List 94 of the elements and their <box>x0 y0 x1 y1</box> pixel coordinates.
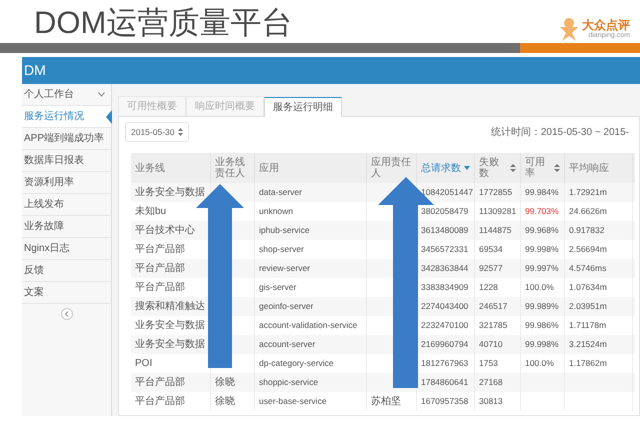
table-cell: 1.71178m <box>569 319 606 332</box>
table-cell: 1670957358 <box>421 395 468 408</box>
table-cell: data-server <box>259 186 302 199</box>
table-cell: 1.72921m <box>569 186 607 199</box>
table-cell: 27168 <box>479 376 503 389</box>
app-brand: DM <box>24 61 46 80</box>
table-cell: 3802058479 <box>421 205 468 218</box>
table-cell: iphub-service <box>259 224 310 237</box>
table-cell: 1144875 <box>479 224 512 237</box>
table-cell-text: 平台产品部 <box>135 242 185 257</box>
table-cell: 1.07634m <box>569 281 607 294</box>
table-cell: gis-server <box>259 281 296 294</box>
table-cell: 100.0% <box>525 357 554 370</box>
date-select[interactable]: 2015-05-30 <box>125 122 190 142</box>
table-cell-text: 业务安全与数据 <box>135 318 205 333</box>
table-cell: shoppic-service <box>259 376 318 389</box>
table-cell: 1812767963 <box>421 357 468 370</box>
table-cell: 2232470100 <box>421 319 468 332</box>
table-cell: 2169960794 <box>421 338 468 351</box>
table-cell: 30813 <box>479 395 503 408</box>
table-cell: 99.989% <box>525 300 559 313</box>
table-cell-text: 未知bu <box>135 204 166 219</box>
table-cell: 99.984% <box>525 186 559 199</box>
table-cell: 3.21524m <box>569 338 607 351</box>
table-cell: account-server <box>259 338 316 351</box>
table-cell: 99.998% <box>525 243 559 256</box>
table-cell-text: 平台产品部 <box>135 394 185 409</box>
table-cell-text: 平台技术中心 <box>135 224 195 238</box>
logo-text: 大众点评 <box>582 18 630 32</box>
slide-title: DOM运营质量平台 <box>34 4 292 42</box>
table-cell-text: 平台产品部 <box>135 376 185 390</box>
table-cell: 99.968% <box>525 224 559 237</box>
sidebar-item[interactable]: 上线发布 <box>22 194 111 216</box>
table-cell: 2.03951m <box>569 300 607 313</box>
table-cell: 99.986% <box>525 319 559 332</box>
table-cell-text: 徐晓 <box>215 394 235 409</box>
select-arrows-icon <box>178 128 184 136</box>
sort-icon <box>510 164 516 172</box>
table-cell: 40710 <box>479 338 503 351</box>
table-cell-text: 徐晓 <box>215 376 235 390</box>
sort-icon <box>554 164 560 172</box>
sort-descending-icon <box>464 166 470 170</box>
stat-time: 统计时间：2015-05-30 ~ 2015- <box>490 126 629 140</box>
table-cell: 246517 <box>479 300 508 313</box>
table-cell: 100.0% <box>525 281 554 294</box>
mascot-logo-icon <box>558 17 580 41</box>
table-cell: geoinfo-server <box>259 300 314 313</box>
table-cell: 3613480089 <box>421 224 468 237</box>
sidebar-item[interactable]: APP端到端成功率 <box>22 128 111 150</box>
table-cell: 24.6626m <box>569 205 607 218</box>
chevron-down-icon <box>98 92 105 97</box>
table-cell: shop-server <box>259 243 304 256</box>
table-cell: 99.703% <box>525 205 559 218</box>
table-cell: review-server <box>259 262 310 275</box>
sidebar-item[interactable]: 数据库日报表 <box>22 150 111 172</box>
table-cell: 1784860641 <box>421 376 468 389</box>
table-cell: 99.998% <box>525 338 559 351</box>
table-cell: 2.56694m <box>569 243 607 256</box>
table-cell-text: 业务安全与数据 <box>135 338 205 352</box>
table-cell: 10842051447 <box>421 186 474 199</box>
table-cell: 1753 <box>479 357 498 370</box>
table-cell-text: 搜索和精准触达 <box>135 300 205 314</box>
table-cell: 0.917832 <box>569 224 604 237</box>
table-cell: user-base-service <box>259 395 327 408</box>
sidebar-item[interactable]: Nginx日志 <box>22 238 111 260</box>
table-cell: 11309281 <box>479 205 516 218</box>
table-cell: 92577 <box>479 262 503 275</box>
table-cell: 3456572331 <box>421 243 468 256</box>
table-cell: dp-category-service <box>259 357 334 370</box>
table-cell: 3428363844 <box>421 262 468 275</box>
table-cell: 2274043400 <box>421 300 468 313</box>
table-cell-text: 苏柏坚 <box>371 394 401 409</box>
table-cell: 1.17862m <box>569 357 607 370</box>
table-cell: 69534 <box>479 243 503 256</box>
collapse-icon[interactable] <box>60 308 72 320</box>
table-cell: unknown <box>259 205 294 218</box>
table-cell-text: 平台产品部 <box>135 280 185 295</box>
sidebar-item[interactable]: 业务故障 <box>22 216 111 238</box>
tab[interactable]: 服务运行明细 <box>264 97 342 117</box>
table-cell: 99.997% <box>525 262 559 275</box>
sidebar-item[interactable]: 服务运行情况 <box>22 106 111 128</box>
table-cell-text: POI <box>135 357 152 371</box>
table-cell: 4.5746ms <box>569 262 606 275</box>
sidebar-item[interactable]: 资源利用率 <box>22 172 111 194</box>
table-cell: 1228 <box>479 281 498 294</box>
selection-pointer-icon <box>106 110 112 124</box>
table-cell-text: 业务安全与数据 <box>135 186 205 200</box>
sidebar-item[interactable]: 反馈 <box>22 260 111 282</box>
table-cell: 1772855 <box>479 186 512 199</box>
table-cell-text: 平台产品部 <box>135 262 185 276</box>
table-cell: account-validation-service <box>259 319 358 332</box>
sidebar-item[interactable]: 文案 <box>22 282 111 304</box>
table-cell: 3383834909 <box>421 281 468 294</box>
table-cell: 321785 <box>479 319 508 332</box>
